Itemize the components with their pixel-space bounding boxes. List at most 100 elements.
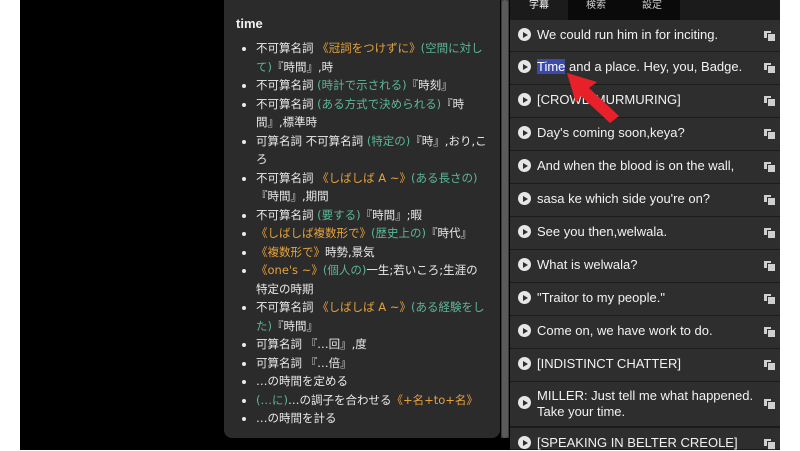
definition-segment: 《複数形で》 bbox=[256, 244, 325, 259]
definition-segment: 《+名+to+名》 bbox=[391, 392, 478, 407]
scrollbar-thumb[interactable] bbox=[502, 0, 508, 438]
definition-segment: (ある方式で決められる) bbox=[317, 96, 442, 111]
definition-segment: (歴史上の) bbox=[371, 226, 426, 240]
definition-list: 不可算名詞 《冠詞をつけずに》(空間に対して)『時間』,時不可算名詞 (時計で示… bbox=[236, 39, 488, 428]
subtitle-text[interactable]: Time and a place. Hey, you, Badge. bbox=[537, 59, 759, 75]
subtitle-row[interactable]: See you then,welwala. bbox=[510, 217, 780, 250]
subtitle-text[interactable]: What is welwala? bbox=[537, 257, 759, 273]
subtitle-text[interactable]: See you then,welwala. bbox=[537, 224, 759, 240]
definition-item: 不可算名詞 (要する)『時間』;暇 bbox=[256, 206, 488, 225]
definition-segment: 《しばしば A ~》 bbox=[317, 170, 411, 185]
definition-segment: (個人の) bbox=[322, 263, 367, 277]
subtitle-text[interactable]: Come on, we have work to do. bbox=[537, 323, 759, 339]
play-icon[interactable] bbox=[518, 93, 531, 106]
subtitle-text[interactable]: We could run him in for inciting. bbox=[537, 27, 759, 43]
copy-icon[interactable] bbox=[763, 359, 776, 371]
subtitle-text[interactable]: [CROWD MURMURING] bbox=[537, 92, 759, 108]
definition-item: 《しばしば複数形で》(歴史上の)『時代』 bbox=[256, 224, 488, 243]
definition-item: 不可算名詞 (ある方式で決められる)『時間』,標準時 bbox=[256, 95, 488, 132]
play-icon[interactable] bbox=[518, 324, 531, 337]
definition-segment: 『時間』,期間 bbox=[256, 189, 329, 203]
subtitle-row[interactable]: What is welwala? bbox=[510, 250, 780, 283]
play-icon[interactable] bbox=[518, 159, 531, 172]
copy-icon[interactable] bbox=[763, 128, 776, 140]
definition-segment: …の時間を計る bbox=[256, 411, 337, 425]
subtitle-row[interactable]: We could run him in for inciting. bbox=[510, 20, 780, 52]
copy-icon[interactable] bbox=[763, 293, 776, 305]
subtitle-row[interactable]: [SPEAKING IN BELTER CREOLE] bbox=[510, 428, 780, 450]
tab-search[interactable]: 検索 bbox=[568, 0, 624, 20]
tab-settings[interactable]: 設定 bbox=[624, 0, 680, 20]
definition-item: 不可算名詞 《しばしば A ~》(ある経験をした)『時間』 bbox=[256, 298, 488, 335]
play-icon[interactable] bbox=[518, 396, 531, 409]
definition-segment: 不可算名詞 bbox=[256, 300, 318, 314]
definition-segment: …の調子を合わせる bbox=[287, 392, 392, 407]
definition-item: 可算名詞 『…回』,度 bbox=[256, 335, 488, 354]
copy-icon[interactable] bbox=[763, 398, 776, 410]
subtitle-row[interactable]: Day's coming soon,keya? bbox=[510, 118, 780, 151]
subtitle-row[interactable]: "Traitor to my people." bbox=[510, 283, 780, 316]
play-icon[interactable] bbox=[518, 192, 531, 205]
definition-segment: 《one's ~》 bbox=[256, 263, 323, 277]
copy-icon[interactable] bbox=[763, 161, 776, 173]
play-icon[interactable] bbox=[518, 357, 531, 370]
play-icon[interactable] bbox=[518, 258, 531, 271]
dictionary-scrollbar[interactable] bbox=[501, 0, 509, 438]
subtitle-text[interactable]: MILLER: Just tell me what happened. Take… bbox=[537, 388, 759, 419]
subtitle-text[interactable]: "Traitor to my people." bbox=[537, 290, 759, 306]
definition-segment: (時計で示される) bbox=[317, 78, 407, 92]
subtitle-text[interactable]: sasa ke which side you're on? bbox=[537, 191, 759, 207]
definition-segment: 『時間』 bbox=[272, 318, 318, 333]
definition-item: …の時間を定める bbox=[256, 372, 488, 391]
play-icon[interactable] bbox=[518, 60, 531, 73]
definition-item: 可算名詞 不可算名詞 (特定の)『時』,おり,ころ bbox=[256, 132, 488, 169]
subtitle-row[interactable]: Come on, we have work to do. bbox=[510, 316, 780, 349]
highlighted-word[interactable]: Time bbox=[537, 59, 566, 74]
subtitle-row[interactable]: [CROWD MURMURING] bbox=[510, 85, 780, 118]
copy-icon[interactable] bbox=[763, 326, 776, 338]
definition-segment: 不可算名詞 bbox=[256, 170, 318, 185]
copy-icon[interactable] bbox=[763, 438, 776, 450]
definition-segment: 不可算名詞 bbox=[256, 78, 318, 92]
dictionary-headword: time bbox=[236, 16, 263, 31]
subtitle-row[interactable]: And when the blood is on the wall, bbox=[510, 151, 780, 184]
definition-segment: (特定の) bbox=[366, 133, 411, 148]
play-icon[interactable] bbox=[518, 225, 531, 238]
copy-icon[interactable] bbox=[763, 260, 776, 272]
copy-icon[interactable] bbox=[763, 62, 776, 74]
definition-segment: 不可算名詞 bbox=[256, 96, 318, 111]
subtitle-text[interactable]: [INDISTINCT CHATTER] bbox=[537, 356, 759, 372]
definition-segment: (要する) bbox=[317, 207, 361, 222]
copy-icon[interactable] bbox=[763, 30, 776, 42]
play-icon[interactable] bbox=[518, 28, 531, 41]
copy-icon[interactable] bbox=[763, 227, 776, 239]
play-icon[interactable] bbox=[518, 436, 531, 449]
subtitle-row[interactable]: sasa ke which side you're on? bbox=[510, 184, 780, 217]
definition-segment: (ある長さの) bbox=[410, 170, 478, 185]
definition-item: 不可算名詞 (時計で示される)『時刻』 bbox=[256, 76, 488, 95]
definition-segment: (…に) bbox=[256, 392, 288, 407]
copy-icon[interactable] bbox=[763, 194, 776, 206]
subtitle-text[interactable]: [SPEAKING IN BELTER CREOLE] bbox=[537, 435, 759, 451]
definition-segment: …の時間を定める bbox=[256, 374, 348, 388]
subtitle-row[interactable]: MILLER: Just tell me what happened. Take… bbox=[510, 382, 780, 427]
definition-segment: 『時間』;暇 bbox=[360, 207, 423, 222]
definition-segment: 可算名詞 『…回』,度 bbox=[256, 337, 367, 351]
definition-segment: 《冠詞をつけずに》 bbox=[317, 41, 421, 55]
definition-segment: 可算名詞 『…倍』 bbox=[256, 355, 352, 370]
dictionary-popup: time 不可算名詞 《冠詞をつけずに》(空間に対して)『時間』,時不可算名詞 … bbox=[224, 0, 500, 438]
subtitle-text[interactable]: Day's coming soon,keya? bbox=[537, 125, 759, 141]
subtitle-row[interactable]: [INDISTINCT CHATTER] bbox=[510, 349, 780, 382]
play-icon[interactable] bbox=[518, 126, 531, 139]
definition-segment: 《しばしば複数形で》 bbox=[256, 226, 371, 240]
definition-segment: 《しばしば A ~》 bbox=[317, 300, 411, 314]
tab-subtitles[interactable]: 字幕 bbox=[510, 0, 568, 20]
copy-icon[interactable] bbox=[763, 95, 776, 107]
definition-segment: 時勢,景気 bbox=[325, 244, 375, 259]
definition-item: (…に)…の調子を合わせる《+名+to+名》 bbox=[256, 391, 488, 410]
subtitle-row[interactable]: Time and a place. Hey, you, Badge. bbox=[510, 52, 780, 85]
definition-item: 不可算名詞 《しばしば A ~》(ある長さの) 『時間』,期間 bbox=[256, 169, 488, 206]
subtitle-text[interactable]: And when the blood is on the wall, bbox=[537, 158, 759, 174]
definition-item: …の時間を計る bbox=[256, 409, 488, 428]
play-icon[interactable] bbox=[518, 291, 531, 304]
